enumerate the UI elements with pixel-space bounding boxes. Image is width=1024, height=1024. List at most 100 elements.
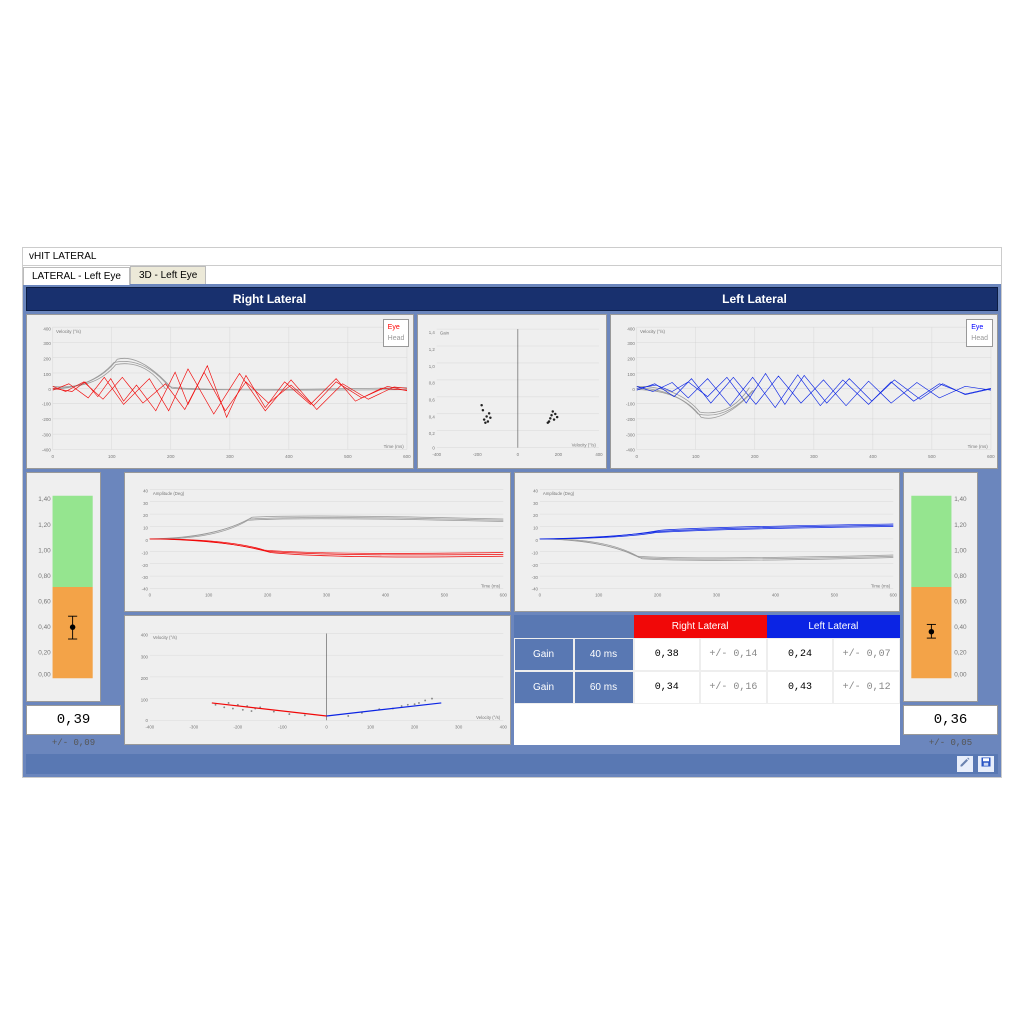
svg-text:400: 400 [382,592,390,597]
svg-text:Time (ms): Time (ms) [384,444,405,449]
left-gain-value: 0,36 [903,705,998,735]
svg-text:0: 0 [149,592,152,597]
svg-text:-20: -20 [142,562,149,567]
svg-text:200: 200 [141,676,149,681]
svg-text:Velocity (°/s): Velocity (°/s) [153,635,178,640]
tab-lateral-left-eye[interactable]: LATERAL - Left Eye [23,267,130,285]
svg-text:300: 300 [810,453,818,458]
svg-text:0,40: 0,40 [954,623,967,630]
svg-text:0: 0 [146,538,149,543]
svg-text:Gain: Gain [440,330,450,335]
svg-text:200: 200 [654,592,662,597]
svg-text:0: 0 [538,592,541,597]
svg-text:0: 0 [52,453,55,458]
svg-text:0: 0 [146,718,149,723]
svg-text:-200: -200 [473,451,482,456]
svg-text:0,60: 0,60 [954,598,967,605]
svg-text:-400: -400 [42,447,52,452]
svg-text:1,00: 1,00 [954,547,967,554]
svg-text:300: 300 [455,724,463,729]
svg-text:400: 400 [141,632,149,637]
svg-text:100: 100 [367,724,375,729]
svg-text:20: 20 [143,513,148,518]
svg-text:300: 300 [627,341,635,346]
tab-bar: LATERAL - Left Eye 3D - Left Eye [23,266,1001,284]
svg-text:300: 300 [226,453,234,458]
chart-regression: 4003002001000 -400-300-200-1000100200300… [124,615,511,745]
svg-text:-100: -100 [42,401,52,406]
svg-text:300: 300 [141,654,149,659]
svg-text:0,6: 0,6 [429,397,436,402]
svg-text:-30: -30 [531,575,538,580]
pencil-icon [959,756,971,771]
svg-text:600: 600 [889,592,897,597]
legend-left-velocity: EyeHead [966,319,993,347]
svg-text:-10: -10 [531,550,538,555]
tab-3d-left-eye[interactable]: 3D - Left Eye [130,266,206,284]
svg-text:40: 40 [533,488,538,493]
svg-text:1,40: 1,40 [38,496,51,503]
right-gain-value: 0,39 [26,705,121,735]
svg-text:100: 100 [108,453,116,458]
row-middle: 1,401,201,000,800,600,400,200,00 0,39 +/… [26,472,998,751]
svg-text:0,40: 0,40 [38,623,51,630]
table-head-right: Right Lateral [634,615,767,638]
svg-text:0,00: 0,00 [38,671,51,678]
svg-text:1,40: 1,40 [954,496,967,503]
chart-left-amplitude: 403020100-10-20-30-40 010020030040050060… [514,472,901,612]
right-gain-panel: 1,401,201,000,800,600,400,200,00 0,39 +/… [26,472,121,751]
edit-button[interactable] [956,755,974,773]
svg-text:200: 200 [411,724,419,729]
svg-text:200: 200 [167,453,175,458]
svg-text:0: 0 [517,451,520,456]
svg-text:200: 200 [43,356,51,361]
header-left-lateral: Left Lateral [512,288,997,310]
svg-text:0,80: 0,80 [38,572,51,579]
svg-text:200: 200 [264,592,272,597]
header-right-lateral: Right Lateral [27,288,512,310]
svg-text:-200: -200 [625,417,635,422]
svg-text:400: 400 [771,592,779,597]
svg-text:100: 100 [43,372,51,377]
svg-text:500: 500 [441,592,449,597]
svg-text:Velocity (°/s): Velocity (°/s) [640,328,666,333]
svg-text:Time (ms): Time (ms) [481,583,501,588]
svg-text:Velocity (°/s): Velocity (°/s) [56,328,82,333]
svg-text:0,2: 0,2 [429,431,436,436]
svg-text:10: 10 [143,525,148,530]
table-row: Gain 60 ms 0,34+/- 0,16 0,43+/- 0,12 [514,671,901,704]
bottom-toolbar [26,754,998,774]
svg-text:0,4: 0,4 [429,414,436,419]
svg-text:30: 30 [533,500,538,505]
svg-text:40: 40 [143,488,148,493]
chart-left-velocity: 4003002001000-100-200-300-400 0100200300… [610,314,998,469]
svg-text:500: 500 [928,453,936,458]
svg-text:100: 100 [627,372,635,377]
chart-gain-scatter: 1,41,21,00,80,60,40,20 -400-2000200400 G… [417,314,606,469]
lateral-header: Right Lateral Left Lateral [26,287,998,311]
svg-text:0,80: 0,80 [954,572,967,579]
left-gain-pm: +/- 0,05 [903,735,998,751]
svg-text:0: 0 [325,724,328,729]
svg-text:0,20: 0,20 [954,649,967,656]
svg-text:200: 200 [627,356,635,361]
table-row: Gain 40 ms 0,38+/- 0,14 0,24+/- 0,07 [514,638,901,671]
svg-text:Time (ms): Time (ms) [967,444,988,449]
svg-text:-400: -400 [433,451,442,456]
content-panel: Right Lateral Left Lateral [23,284,1001,777]
svg-text:Amplitude (Deg): Amplitude (Deg) [153,490,185,495]
svg-text:300: 300 [323,592,331,597]
svg-text:-100: -100 [625,401,635,406]
svg-text:-400: -400 [625,447,635,452]
legend-right-velocity: EyeHead [383,319,410,347]
svg-text:-300: -300 [190,724,199,729]
save-button[interactable] [977,755,995,773]
svg-text:600: 600 [500,592,508,597]
svg-text:-20: -20 [531,562,538,567]
svg-text:100: 100 [692,453,700,458]
svg-text:-400: -400 [145,724,154,729]
svg-text:600: 600 [403,453,411,458]
svg-text:-40: -40 [142,586,149,591]
table-head-left: Left Lateral [767,615,900,638]
svg-text:500: 500 [830,592,838,597]
